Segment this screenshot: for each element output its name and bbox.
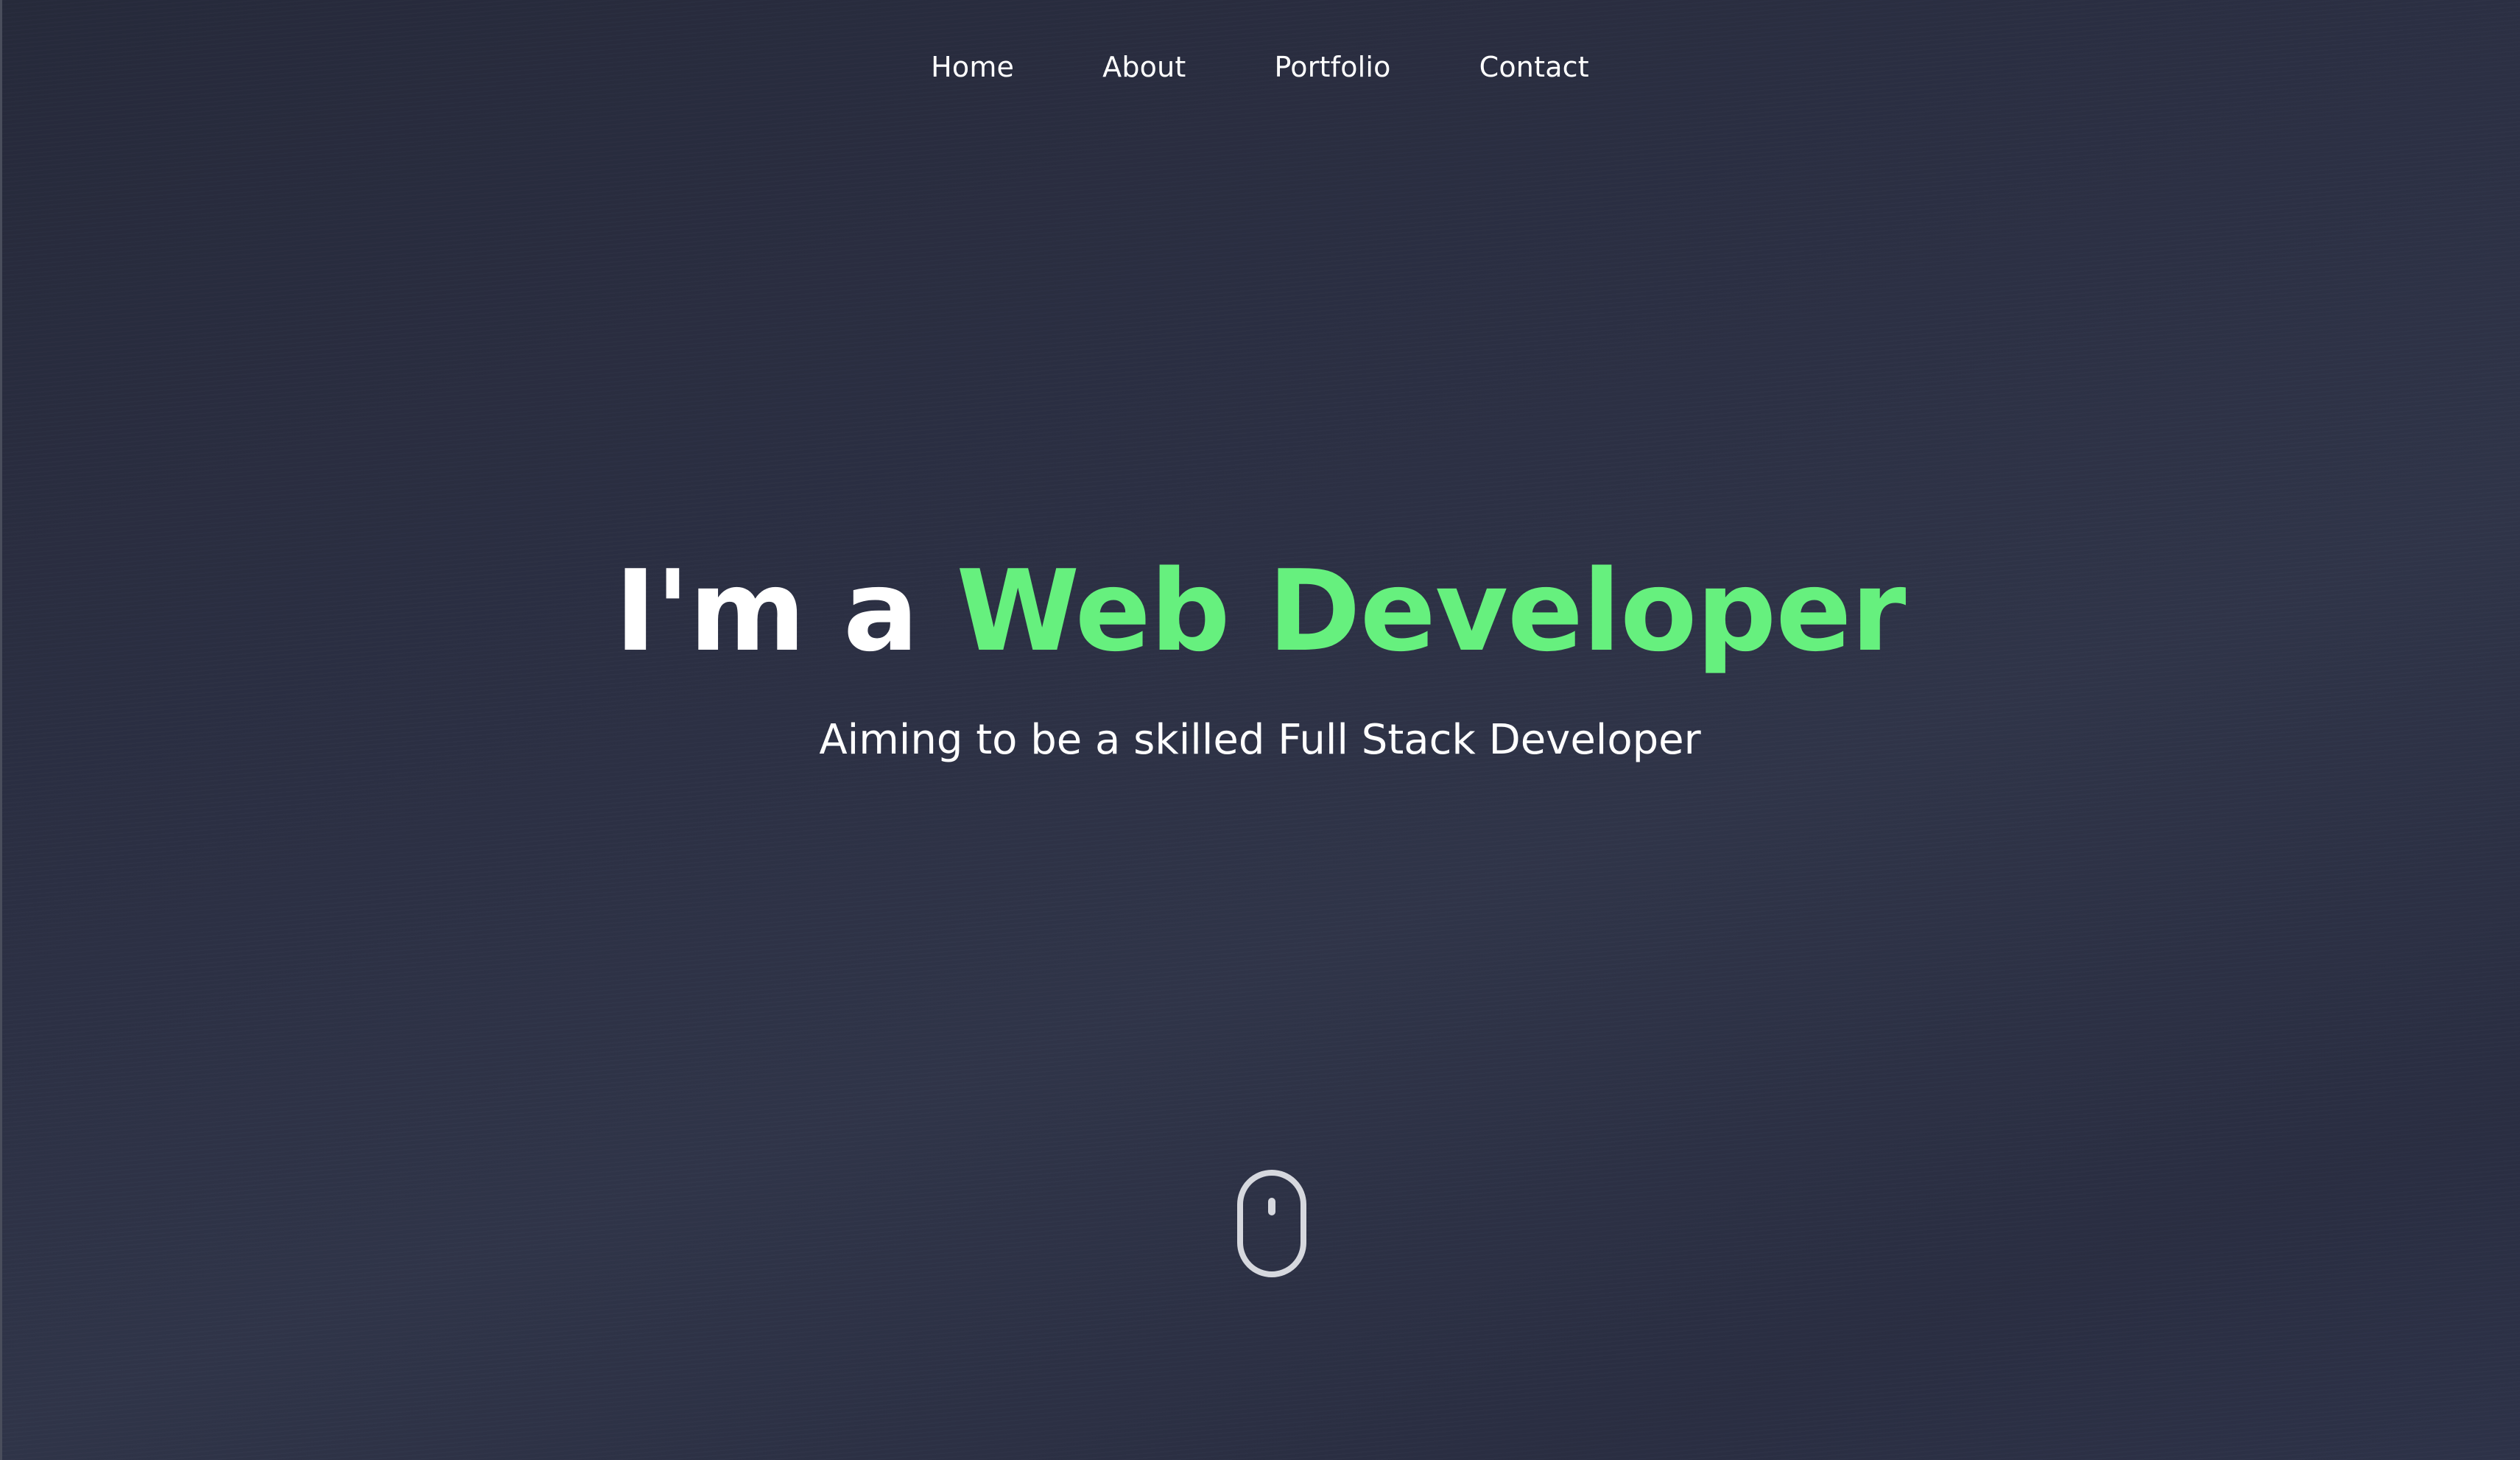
hero-headline: I'm a Web Developer — [0, 538, 2520, 685]
main-nav: Home About Portfolio Contact — [0, 49, 2520, 85]
hero-subtitle: Aiming to be a skilled Full Stack Develo… — [819, 716, 1701, 764]
nav-portfolio-link[interactable]: Portfolio — [1275, 49, 1391, 85]
nav-about-link[interactable]: About — [1102, 49, 1186, 85]
headline-accent: Web Developer — [956, 546, 1907, 676]
page: Home About Portfolio Contact I'm a Web D… — [0, 0, 2520, 1460]
headline-lead: I'm a — [614, 546, 919, 676]
nav-contact-link[interactable]: Contact — [1479, 49, 1589, 85]
mouse-scroll-icon[interactable] — [1236, 1168, 1308, 1279]
nav-home-link[interactable]: Home — [931, 49, 1014, 85]
hero-section: I'm a Web Developer Aiming to be a skill… — [0, 538, 2520, 766]
